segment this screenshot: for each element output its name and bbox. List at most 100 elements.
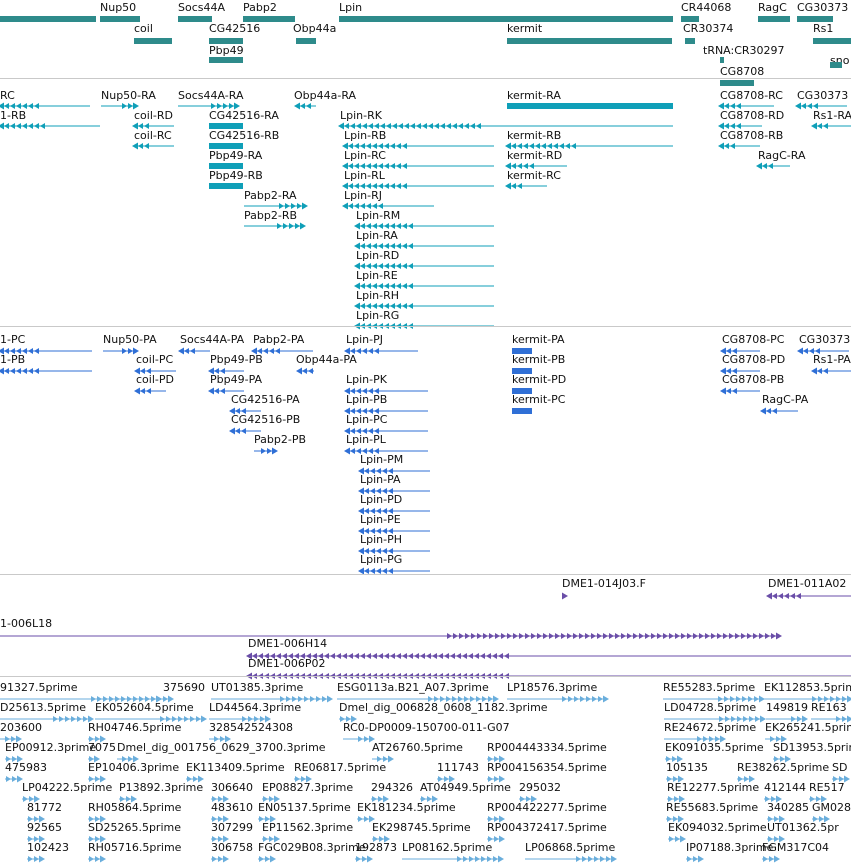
cds-label-cg8708-pb[interactable]: CG8708-PB (722, 373, 784, 386)
est-label-ep10406-3prime[interactable]: EP10406.3prime (88, 761, 179, 774)
est-label-ut01362-5pr[interactable]: UT01362.5pr (767, 821, 839, 834)
est-label-375690[interactable]: 375690 (163, 681, 205, 694)
cds-label-lpin-pm[interactable]: Lpin-PM (360, 453, 403, 466)
est-label-ek298745-5prime[interactable]: EK298745.5prime (372, 821, 471, 834)
clone-label-dme1-006h14[interactable]: DME1-006H14 (248, 637, 327, 650)
mrna-bar-rs1-ra[interactable] (807, 121, 851, 131)
cds-bar-coil-pd[interactable] (130, 386, 172, 396)
est-label-ep08827-3prime[interactable]: EP08827.3prime (262, 781, 353, 794)
gene-label-coil[interactable]: coil (134, 22, 153, 35)
clone-label-1-006l18[interactable]: 1-006L18 (0, 617, 52, 630)
mrna-bar-kermit-ra[interactable] (501, 101, 679, 111)
cds-bar-kermit-pc[interactable] (506, 406, 538, 416)
est-label-d25613-5prime[interactable]: D25613.5prime (0, 701, 86, 714)
est-bar-fgc029b08-3prime[interactable] (252, 854, 280, 863)
gene-bar-rs1[interactable] (807, 36, 851, 46)
cds-label-cg30373[interactable]: CG30373 (799, 333, 850, 346)
est-label-at26760-5prime[interactable]: AT26760.5prime (372, 741, 463, 754)
est-bar-fgm317c04[interactable] (756, 854, 784, 863)
est-label-re517[interactable]: RE517 (809, 781, 845, 794)
cds-label-ragc-pa[interactable]: RagC-PA (762, 393, 808, 406)
est-label-rp004372417-5prime[interactable]: RP004372417.5prime (487, 821, 607, 834)
gene-bar-trna-cr30297[interactable] (714, 55, 730, 65)
cds-label-1-pc[interactable]: 1-PC (0, 333, 25, 346)
cds-bar-rs1-pa[interactable] (807, 366, 851, 376)
gene-bar-lpin[interactable] (333, 14, 679, 24)
est-label-rh05864-5prime[interactable]: RH05864.5prime (88, 801, 181, 814)
est-label-fgm317c04[interactable]: FGM317C04 (762, 841, 829, 854)
cds-label-kermit-pd[interactable]: kermit-PD (512, 373, 566, 386)
est-label-ld44564-3prime[interactable]: LD44564.3prime (209, 701, 301, 714)
est-label-ep11562-3prime[interactable]: EP11562.3prime (262, 821, 353, 834)
est-label-sd25265-5prime[interactable]: SD25265.5prime (88, 821, 181, 834)
est-label-re12277-5prime[interactable]: RE12277.5prime (667, 781, 759, 794)
cds-label-1-pb[interactable]: 1-PB (0, 353, 25, 366)
est-label-dmel-dig-006828-0608-1182-3prime[interactable]: Dmel_dig_006828_0608_1182.3prime (339, 701, 548, 714)
clone-label-dme1-006p02[interactable]: DME1-006P02 (248, 657, 326, 670)
est-label-203600[interactable]: 203600 (0, 721, 42, 734)
cds-label-lpin-pl[interactable]: Lpin-PL (346, 433, 386, 446)
est-label-ut01385-3prime[interactable]: UT01385.3prime (211, 681, 303, 694)
cds-label-lpin-ph[interactable]: Lpin-PH (360, 533, 402, 546)
est-label-328542524308[interactable]: 328542524308 (209, 721, 293, 734)
est-label-ip07188-3prime[interactable]: IP07188.3prime (686, 841, 773, 854)
cds-label-pabp2-pa[interactable]: Pabp2-PA (253, 333, 304, 346)
est-label-149819[interactable]: 149819 (766, 701, 808, 714)
mrna-bar-pabp2-rb[interactable] (238, 221, 310, 231)
cds-label-rs1-pa[interactable]: Rs1-PA (813, 353, 851, 366)
cds-label-cg42516-pa[interactable]: CG42516-PA (231, 393, 300, 406)
gene-label-kermit[interactable]: kermit (507, 22, 542, 35)
est-label-sd[interactable]: SD (832, 761, 847, 774)
est-label-at04949-5prime[interactable]: AT04949.5prime (420, 781, 511, 794)
est-label-gm028[interactable]: GM028 (812, 801, 851, 814)
cds-label-nup50-pa[interactable]: Nup50-PA (103, 333, 157, 346)
est-label-192873[interactable]: 192873 (355, 841, 397, 854)
gene-label-lpin[interactable]: Lpin (339, 1, 362, 14)
cds-label-coil-pc[interactable]: coil-PC (136, 353, 173, 366)
est-bar-192873[interactable] (349, 854, 377, 863)
cds-label-lpin-pk[interactable]: Lpin-PK (346, 373, 387, 386)
gene-bar-kermit[interactable] (501, 36, 678, 46)
cds-label-kermit-pc[interactable]: kermit-PC (512, 393, 565, 406)
est-label-re06817-5prime[interactable]: RE06817.5prime (294, 761, 386, 774)
est-label-92565[interactable]: 92565 (27, 821, 62, 834)
est-label-483610[interactable]: 483610 (211, 801, 253, 814)
cds-bar-1-pb[interactable] (0, 366, 98, 376)
est-label-ek094032-5prime[interactable]: EK094032.5prime (668, 821, 767, 834)
gene-label-obp44a[interactable]: Obp44a (293, 22, 336, 35)
clone-label-dme1-011a02[interactable]: DME1-011A02 (768, 577, 846, 590)
est-bar-lp06868-5prime[interactable] (519, 854, 621, 863)
est-label-295032[interactable]: 295032 (519, 781, 561, 794)
clone-label-dme1-014j03-f[interactable]: DME1-014J03.F (562, 577, 646, 590)
mrna-bar-coil-rc[interactable] (128, 141, 180, 151)
est-label-81772[interactable]: 81772 (27, 801, 62, 814)
cds-label-cg8708-pd[interactable]: CG8708-PD (722, 353, 785, 366)
est-label-102423[interactable]: 102423 (27, 841, 69, 854)
est-label-re163[interactable]: RE163 (811, 701, 847, 714)
gene-bar-coil[interactable] (128, 36, 178, 46)
est-label-sd13953-5prime[interactable]: SD13953.5prime (773, 741, 851, 754)
gene-label-cr44068[interactable]: CR44068 (681, 1, 731, 14)
cds-label-kermit-pa[interactable]: kermit-PA (512, 333, 565, 346)
est-label-rc0-dp0009-150700-011-g07[interactable]: RC0-DP0009-150700-011-G07 (343, 721, 510, 734)
mrna-bar-1-rb[interactable] (0, 121, 106, 131)
est-label-rh05716-5prime[interactable]: RH05716.5prime (88, 841, 181, 854)
est-label-re38262-5prime[interactable]: RE38262.5prime (737, 761, 829, 774)
est-bar-rh05716-5prime[interactable] (82, 854, 110, 863)
cds-label-lpin-pg[interactable]: Lpin-PG (360, 553, 402, 566)
cds-label-lpin-pe[interactable]: Lpin-PE (360, 513, 401, 526)
mrna-bar-ragc-ra[interactable] (752, 161, 796, 171)
est-label-ek112853-5prime[interactable]: EK112853.5prime (764, 681, 851, 694)
clone-bar-dme1-014j03-f[interactable] (556, 591, 572, 601)
gene-label-cg42516[interactable]: CG42516 (209, 22, 260, 35)
gene-bar-cg8708[interactable] (714, 78, 760, 88)
est-label-91327-5prime[interactable]: 91327.5prime (0, 681, 78, 694)
est-bar-306758[interactable] (205, 854, 233, 863)
gene-label-cg8708[interactable]: CG8708 (720, 65, 764, 78)
est-label-re24672-5prime[interactable]: RE24672.5prime (664, 721, 756, 734)
cds-label-pbp49-pa[interactable]: Pbp49-PA (210, 373, 262, 386)
gene-label-nup50[interactable]: Nup50 (100, 1, 136, 14)
est-label-412144[interactable]: 412144 (764, 781, 806, 794)
cds-bar-obp44a-pa[interactable] (292, 366, 320, 376)
est-label-lp06868-5prime[interactable]: LP06868.5prime (525, 841, 615, 854)
